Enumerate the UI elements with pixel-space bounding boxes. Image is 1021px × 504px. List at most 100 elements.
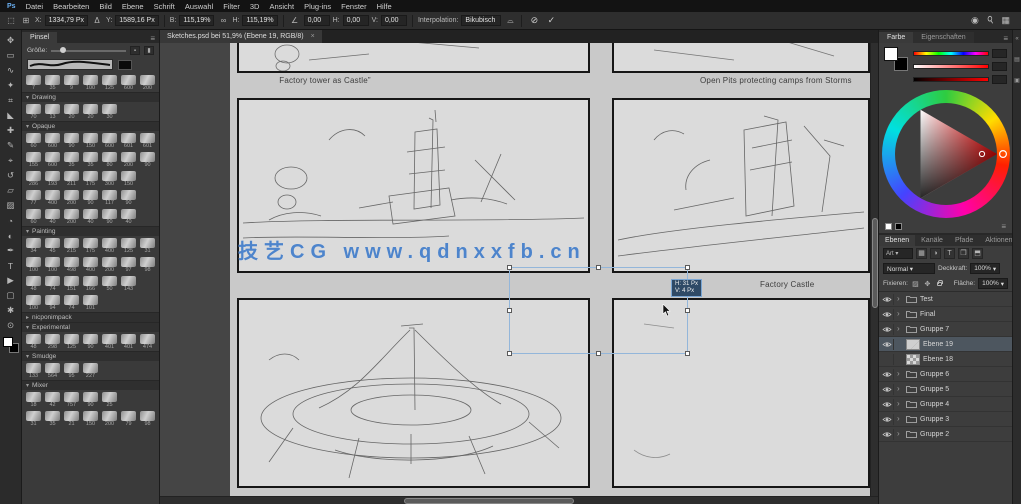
menu-ebene[interactable]: Ebene [117, 2, 149, 11]
menu-hilfe[interactable]: Hilfe [372, 2, 397, 11]
brush-preset[interactable]: 97 [119, 256, 138, 274]
brush-preset[interactable]: 90 [81, 333, 100, 351]
tab-pinsel[interactable]: Pinsel [22, 32, 57, 43]
tool-eraser-icon[interactable]: ▱ [2, 183, 20, 198]
h-skew-input[interactable]: 0,00 [343, 15, 369, 26]
brightness-slider[interactable] [913, 77, 989, 82]
visibility-toggle[interactable] [881, 399, 894, 410]
brush-preset[interactable]: 20 [81, 103, 100, 121]
panel-menu-icon[interactable]: ≡ [146, 34, 159, 43]
layer-row-gruppe-2[interactable]: ›Gruppe 2 [879, 427, 1012, 442]
tool-gradient-icon[interactable]: ▨ [2, 198, 20, 213]
foreground-color-swatch[interactable] [884, 47, 898, 61]
brush-preset[interactable]: 166 [81, 275, 100, 293]
tab-pfade[interactable]: Pfade [949, 235, 979, 246]
brush-preset[interactable]: 200 [100, 410, 119, 428]
visibility-toggle[interactable] [881, 429, 894, 440]
brush-preset[interactable]: 90 [119, 189, 138, 207]
brush-preset[interactable]: 60 [24, 208, 43, 226]
brush-preset[interactable]: 498 [62, 256, 81, 274]
brush-preset[interactable]: 600 [119, 74, 138, 92]
brush-preset[interactable]: 30 [100, 103, 119, 121]
lock-position-icon[interactable]: ✥ [923, 280, 932, 288]
brush-preset[interactable]: 13 [43, 103, 62, 121]
menu-auswahl[interactable]: Auswahl [180, 2, 218, 11]
tool-clone-stamp-icon[interactable]: ⌖ [2, 153, 20, 168]
disclosure-arrow-icon[interactable]: ▾ [26, 123, 29, 130]
filter-shape-layers-icon[interactable]: ❒ [958, 248, 969, 259]
opacity-input[interactable]: 100% ▾ [970, 263, 1000, 274]
tool-brush-icon[interactable]: ✎ [2, 138, 20, 153]
disclosure-arrow-icon[interactable]: › [897, 371, 903, 377]
layer-row-gruppe-5[interactable]: ›Gruppe 5 [879, 382, 1012, 397]
disclosure-arrow-icon[interactable]: ▾ [26, 228, 29, 235]
brush-preset[interactable]: 90 [62, 132, 81, 150]
slider-thumb[interactable] [60, 47, 66, 53]
tool-hand-icon[interactable]: ✱ [2, 303, 20, 318]
brush-preset[interactable]: 35 [43, 410, 62, 428]
brush-preset[interactable]: 77 [24, 189, 43, 207]
visibility-toggle[interactable] [881, 369, 894, 380]
brush-group-nicponimpack[interactable]: ▸nicponimpack [22, 312, 159, 322]
disclosure-arrow-icon[interactable]: › [897, 401, 903, 407]
brush-group-experimental[interactable]: ▾Experimental [22, 322, 159, 332]
brush-preset[interactable]: 215 [62, 237, 81, 255]
saturation-slider[interactable] [913, 64, 989, 69]
brush-preset[interactable]: 211 [62, 170, 81, 188]
transform-handle-n[interactable] [596, 265, 601, 270]
link-dimensions-icon[interactable]: ∞ [217, 16, 229, 25]
hue-slider[interactable] [913, 51, 989, 56]
visibility-toggle[interactable] [881, 354, 894, 365]
menu-ansicht[interactable]: Ansicht [264, 2, 299, 11]
brush-preset[interactable]: 21 [62, 410, 81, 428]
visibility-toggle[interactable] [881, 309, 894, 320]
tool-move-icon[interactable]: ✥ [2, 33, 20, 48]
layer-row-ebene-19[interactable]: Ebene 19 [879, 337, 1012, 352]
brush-preset[interactable]: 90 [81, 391, 100, 409]
brush-preset[interactable]: 125 [62, 333, 81, 351]
brush-preset[interactable]: 601 [138, 132, 157, 150]
tool-type-icon[interactable]: T [2, 258, 20, 273]
tool-rect-marquee-icon[interactable]: ▭ [2, 48, 20, 63]
brush-preset[interactable]: 42 [43, 391, 62, 409]
foreground-background-swatches[interactable] [884, 47, 908, 71]
filter-pixel-layers-icon[interactable]: ▦ [916, 248, 927, 259]
tool-eyedropper-icon[interactable]: ◣ [2, 108, 20, 123]
brush-preset[interactable]: 80 [100, 151, 119, 169]
color-panel-menu-icon[interactable]: ≡ [1001, 222, 1006, 231]
width-input[interactable]: 115,19% [179, 15, 214, 26]
brush-preset[interactable]: 300 [100, 170, 119, 188]
brush-preset[interactable]: 94 [43, 294, 62, 312]
cancel-transform-button[interactable]: ⊘ [527, 15, 541, 26]
saturation-value-box[interactable] [992, 62, 1007, 71]
brush-preset[interactable]: 143 [119, 275, 138, 293]
transform-handle-s[interactable] [596, 351, 601, 356]
disclosure-arrow-icon[interactable]: › [897, 431, 903, 437]
brush-preset[interactable]: 31 [138, 237, 157, 255]
tab-farbe[interactable]: Farbe [879, 32, 913, 43]
brush-preset[interactable]: 150 [119, 170, 138, 188]
brush-preset[interactable]: 151 [62, 275, 81, 293]
document-paper[interactable]: Factory tower as Castle” Open Pits prote… [230, 43, 872, 504]
brush-preset[interactable]: 125 [100, 74, 119, 92]
tab-ebenen[interactable]: Ebenen [879, 235, 915, 246]
brush-preset[interactable]: 45 [43, 237, 62, 255]
brush-preset[interactable]: 34 [24, 237, 43, 255]
menu-fenster[interactable]: Fenster [336, 2, 371, 11]
filter-adjustment-layers-icon[interactable]: ◑ [930, 248, 941, 259]
disclosure-arrow-icon[interactable]: › [897, 326, 903, 332]
brush-preset[interactable]: 25 [100, 391, 119, 409]
search-icon[interactable]: ⚲ [987, 15, 994, 26]
transform-handle-e[interactable] [685, 308, 690, 313]
tool-rectangle-icon[interactable]: ▢ [2, 288, 20, 303]
y-input[interactable]: 1589,16 Px [115, 15, 158, 26]
fill-input[interactable]: 100% ▾ [978, 278, 1008, 289]
disclosure-arrow-icon[interactable]: › [897, 416, 903, 422]
brush-preset[interactable]: 200 [138, 74, 157, 92]
visibility-toggle[interactable] [881, 339, 894, 350]
menu-datei[interactable]: Datei [21, 2, 49, 11]
workspace-switcher-icon[interactable]: ▦ [1001, 15, 1010, 26]
transform-handle-w[interactable] [507, 308, 512, 313]
foreground-color-swatch[interactable] [3, 337, 13, 347]
tool-zoom-icon[interactable]: ⊙ [2, 318, 20, 333]
